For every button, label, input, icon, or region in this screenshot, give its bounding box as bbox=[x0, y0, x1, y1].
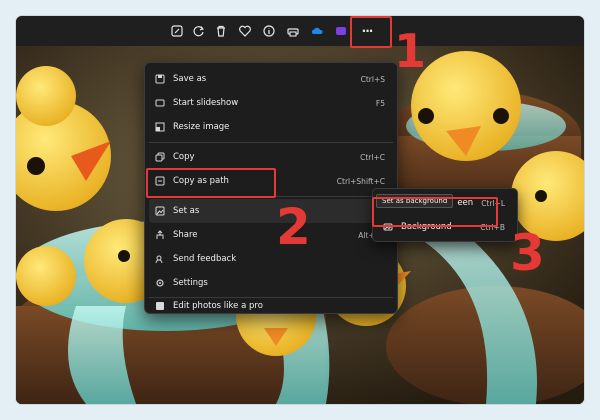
menu-item-share[interactable]: Share Alt+Up bbox=[149, 223, 393, 247]
menu-item-label: Save as bbox=[173, 74, 207, 84]
menu-divider bbox=[149, 142, 393, 143]
menu-item-start-slideshow[interactable]: Start slideshow F5 bbox=[149, 91, 393, 115]
menu-item-set-as[interactable]: Set as › bbox=[149, 199, 393, 223]
step-number-1: 1 bbox=[394, 24, 427, 78]
highlight-more-button bbox=[350, 16, 392, 48]
settings-icon bbox=[149, 278, 171, 288]
copy-icon bbox=[149, 152, 171, 162]
menu-item-label: Resize image bbox=[173, 122, 230, 132]
menu-item-label: Start slideshow bbox=[173, 98, 239, 108]
menu-item-copy[interactable]: Copy Ctrl+C bbox=[149, 145, 393, 169]
onedrive-icon bbox=[311, 27, 323, 34]
menu-item-settings[interactable]: Settings bbox=[149, 271, 393, 295]
slideshow-icon bbox=[149, 98, 171, 108]
delete-button[interactable] bbox=[210, 20, 232, 42]
photos-app-window: ··· Save as Ctrl+S Start slideshow F5 Re… bbox=[16, 16, 584, 404]
menu-item-shortcut: Ctrl+C bbox=[360, 152, 385, 162]
clipchamp-button[interactable] bbox=[330, 20, 352, 42]
clipchamp-icon bbox=[336, 27, 346, 35]
resize-icon bbox=[149, 122, 171, 132]
highlight-background bbox=[372, 197, 498, 227]
edit-icon bbox=[171, 25, 183, 37]
menu-item-resize-image[interactable]: Resize image bbox=[149, 115, 393, 139]
step-number-2: 2 bbox=[276, 198, 311, 256]
menu-item-shortcut: Ctrl+S bbox=[360, 74, 385, 84]
menu-item-save-as[interactable]: Save as Ctrl+S bbox=[149, 67, 393, 91]
print-icon bbox=[287, 28, 299, 37]
highlight-set-as bbox=[146, 168, 276, 198]
info-button[interactable] bbox=[258, 20, 280, 42]
set-as-icon bbox=[149, 206, 171, 216]
menu-item-shortcut: F5 bbox=[375, 98, 385, 108]
print-button[interactable] bbox=[282, 20, 304, 42]
menu-item-label: Share bbox=[173, 230, 198, 240]
heart-icon bbox=[239, 25, 251, 37]
menu-item-shortcut: Ctrl+Shift+C bbox=[336, 176, 385, 186]
info-icon bbox=[263, 25, 275, 37]
rotate-button[interactable] bbox=[188, 20, 210, 42]
pro-edit-icon bbox=[149, 301, 171, 311]
menu-item-send-feedback[interactable]: Send feedback bbox=[149, 247, 393, 271]
delete-icon bbox=[217, 25, 225, 37]
feedback-icon bbox=[149, 254, 171, 264]
menu-item-label: Settings bbox=[173, 278, 208, 288]
edit-button[interactable] bbox=[166, 20, 188, 42]
step-number-3: 3 bbox=[510, 224, 545, 282]
menu-item-label: Edit photos like a pro bbox=[173, 301, 263, 311]
menu-divider bbox=[149, 297, 393, 298]
onedrive-button[interactable] bbox=[306, 20, 328, 42]
rotate-icon bbox=[193, 26, 204, 37]
menu-item-edit-like-pro[interactable]: Edit photos like a pro bbox=[149, 299, 393, 313]
toolbar: ··· bbox=[16, 16, 584, 46]
share-icon bbox=[149, 230, 171, 240]
menu-item-label: Copy bbox=[173, 152, 195, 162]
save-icon bbox=[149, 74, 171, 84]
favorite-button[interactable] bbox=[234, 20, 256, 42]
